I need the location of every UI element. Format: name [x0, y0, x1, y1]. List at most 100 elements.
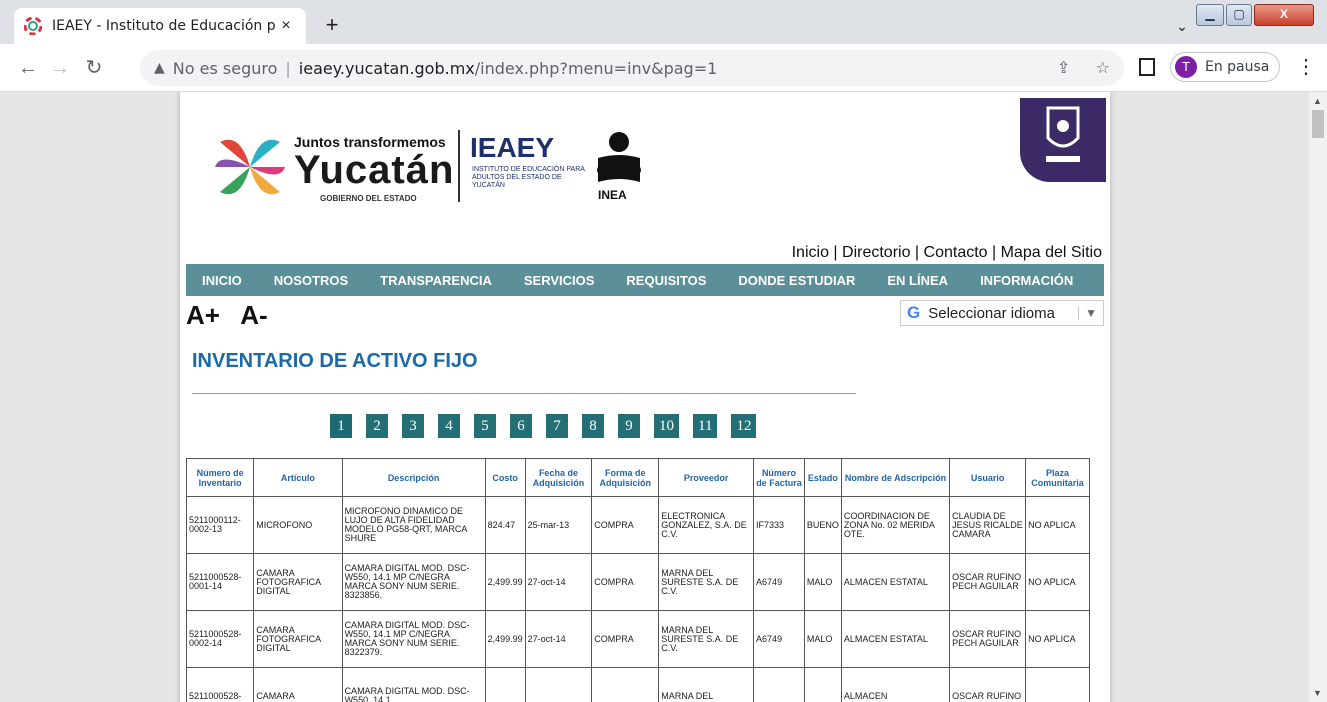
- page-container: Juntos transformemos Yucatán GOBIERNO DE…: [180, 92, 1110, 702]
- table-cell: IF7333: [753, 496, 805, 554]
- page-link[interactable]: 9: [618, 414, 640, 438]
- address-bar[interactable]: ▲ No es seguro | ieaey.yucatan.gob.mx /i…: [140, 50, 1124, 86]
- table-cell: 2,499.99: [484, 610, 526, 668]
- tab-search-icon[interactable]: ⌄: [1168, 12, 1196, 40]
- table-cell: MALO: [803, 553, 842, 611]
- table-cell: [484, 667, 526, 702]
- top-links[interactable]: Inicio | Directorio | Contacto | Mapa de…: [792, 244, 1102, 262]
- nav-informacion[interactable]: INFORMACIÓN: [964, 273, 1089, 288]
- font-increase-button[interactable]: A+: [186, 300, 220, 330]
- main-nav: INICIO NOSOTROS TRANSPARENCIA SERVICIOS …: [186, 264, 1104, 296]
- table-cell: BUENO: [803, 496, 842, 554]
- avatar: T: [1175, 56, 1197, 78]
- table-row: 5211000528-0001-14 CAMARA FOTOGRAFICA DIG…: [185, 553, 1090, 611]
- omnibox-icons: ⇪ ☆: [1057, 58, 1110, 77]
- table-cell: ALMACEN ESTATAL: [840, 610, 951, 668]
- ieaey-title: IEAEY: [470, 132, 555, 163]
- table-cell: [753, 667, 805, 702]
- menu-dots-icon[interactable]: ⋮: [1296, 54, 1316, 79]
- table-cell: CAMARA FOTOGRAFICA DIGITAL: [253, 553, 343, 611]
- font-decrease-button[interactable]: A-: [240, 300, 267, 330]
- table-row: 5211000112-0002-13 MICROFONO MICROFONO DIN…: [185, 496, 1090, 554]
- table-cell: 5211000528-0001-14: [185, 553, 255, 611]
- scroll-up-icon[interactable]: ▲: [1313, 96, 1322, 106]
- table-cell: [524, 667, 593, 702]
- column-header: Descripción: [341, 458, 486, 497]
- tab-title: IEAEY - Instituto de Educación pa: [52, 18, 276, 34]
- pagination: 1 2 3 4 5 6 7 8 9 10 11 12: [330, 414, 770, 438]
- column-header: Usuario: [949, 458, 1027, 497]
- column-header: Número de Inventario: [185, 458, 255, 497]
- page-link[interactable]: 12: [731, 414, 757, 438]
- vertical-scrollbar[interactable]: ▲ ▼: [1309, 92, 1327, 702]
- nav-servicios[interactable]: SERVICIOS: [508, 273, 611, 288]
- table-cell: CLAUDIA DE JESUS RICALDE CAMARA: [949, 496, 1027, 554]
- column-header: Nombre de Adscripción: [840, 458, 951, 497]
- new-tab-button[interactable]: +: [318, 12, 346, 40]
- page-link[interactable]: 10: [654, 414, 679, 438]
- page-link[interactable]: 2: [366, 414, 388, 438]
- table-cell: COMPRA: [591, 553, 660, 611]
- table-cell: CAMARA DIGITAL MOD. DSC-W550, 14.1 MP C/…: [341, 553, 486, 611]
- browser-tab-strip: IEAEY - Instituto de Educación pa × + ⌄ …: [0, 0, 1327, 44]
- table-cell: [1025, 667, 1090, 702]
- table-cell: MALO: [803, 610, 842, 668]
- page-link[interactable]: 4: [438, 414, 460, 438]
- forward-arrow-icon[interactable]: →: [46, 54, 74, 82]
- bookmark-star-icon[interactable]: ☆: [1096, 58, 1110, 77]
- share-icon[interactable]: ⇪: [1057, 58, 1070, 77]
- column-header: Artículo: [253, 458, 343, 497]
- scroll-down-icon[interactable]: ▼: [1313, 688, 1322, 698]
- table-cell: ELECTRONICA GONZALEZ, S.A. DE C.V.: [658, 496, 755, 554]
- table-cell: 5211000112-0002-13: [185, 496, 255, 554]
- nav-requisitos[interactable]: REQUISITOS: [610, 273, 722, 288]
- side-panel-icon[interactable]: [1139, 58, 1155, 76]
- table-cell: ALMACEN: [840, 667, 951, 702]
- page-link[interactable]: 7: [546, 414, 568, 438]
- site-favicon-icon: [24, 17, 42, 35]
- table-cell: 2,499.99: [484, 553, 526, 611]
- nav-transparencia[interactable]: TRANSPARENCIA: [364, 273, 508, 288]
- table-cell: COMPRA: [591, 496, 660, 554]
- reload-icon[interactable]: ↻: [80, 54, 108, 82]
- language-selector[interactable]: G Seleccionar idioma ▼: [900, 300, 1104, 326]
- profile-button[interactable]: T En pausa: [1170, 52, 1280, 82]
- page-link[interactable]: 5: [474, 414, 496, 438]
- table-row: 5211000528-0002-14 CAMARA FOTOGRAFICA DIG…: [185, 610, 1090, 668]
- page-link[interactable]: 11: [693, 414, 718, 438]
- minimize-button[interactable]: ▁: [1196, 4, 1224, 26]
- table-cell: MARNA DEL SURESTE S.A. DE C.V.: [658, 553, 755, 611]
- dropdown-arrow-icon: ▼: [1078, 306, 1103, 320]
- nav-en-linea[interactable]: EN LÍNEA: [871, 273, 964, 288]
- tab-close-icon[interactable]: ×: [276, 17, 296, 35]
- maximize-button[interactable]: ▢: [1226, 4, 1252, 26]
- back-arrow-icon[interactable]: ←: [14, 54, 42, 82]
- table-cell: 27-oct-14: [524, 610, 593, 668]
- page-link[interactable]: 1: [330, 414, 352, 438]
- nav-nosotros[interactable]: NOSOTROS: [258, 273, 364, 288]
- column-header: Estado: [803, 458, 842, 497]
- table-cell: 25-mar-13: [524, 496, 593, 554]
- table-cell: COORDINACION DE ZONA No. 02 MERIDA OTE.: [840, 496, 951, 554]
- warning-icon[interactable]: ▲: [154, 60, 165, 76]
- table-cell: OSCAR RUFINO: [949, 667, 1027, 702]
- page-link[interactable]: 3: [402, 414, 424, 438]
- scroll-thumb[interactable]: [1312, 110, 1324, 138]
- page-link[interactable]: 8: [582, 414, 604, 438]
- table-cell: NO APLICA: [1025, 610, 1090, 668]
- column-header: Número de Factura: [753, 458, 805, 497]
- table-cell: MICROFONO DINAMICO DE LUJO DE ALTA FIDEL…: [341, 496, 486, 554]
- font-size-controls: A+ A-: [186, 300, 282, 331]
- browser-tab[interactable]: IEAEY - Instituto de Educación pa ×: [14, 8, 306, 44]
- table-cell: CAMARA DIGITAL MOD. DSC-W550, 14.1: [341, 667, 486, 702]
- page-link[interactable]: 6: [510, 414, 532, 438]
- nav-donde-estudiar[interactable]: DONDE ESTUDIAR: [722, 273, 871, 288]
- close-window-button[interactable]: X: [1254, 4, 1314, 26]
- table-cell: OSCAR RUFINO PECH AGUILAR: [949, 553, 1027, 611]
- nav-inicio[interactable]: INICIO: [186, 273, 258, 288]
- ieaey-subtitle: INSTITUTO DE EDUCACIÓN PARA ADULTOS DEL …: [472, 166, 585, 189]
- table-cell: 5211000528-0002-14: [185, 610, 255, 668]
- url-host: ieaey.yucatan.gob.mx: [298, 58, 475, 78]
- table-cell: COMPRA: [591, 610, 660, 668]
- url-path: /index.php?menu=inv&pag=1: [474, 58, 718, 78]
